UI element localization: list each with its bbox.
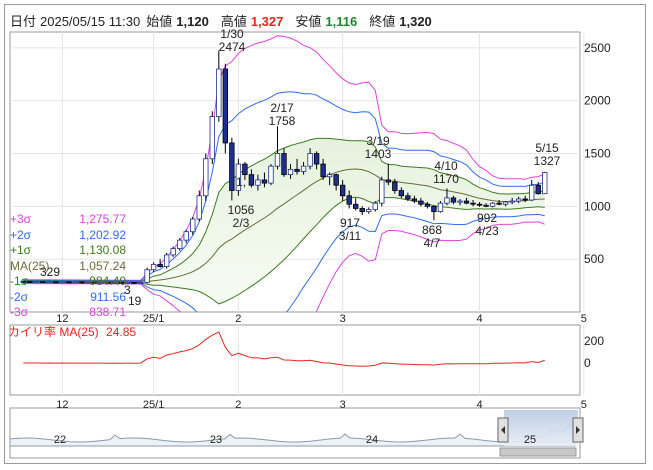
band-legend-row: +2σ 1,202.92 (10, 228, 126, 242)
band-legend-row: -1σ 984.40 (10, 274, 126, 288)
date-value: 2025/05/15 11:30 (40, 14, 141, 29)
band-legend-value: 1,130.08 (79, 243, 126, 257)
date-label: 日付 (10, 14, 37, 29)
close-value: 1,320 (399, 14, 432, 29)
band-legend-value: 1,275.77 (79, 212, 126, 226)
sub-panel-title: カイリ率 MA(25) 24.85 (8, 323, 136, 340)
high-value: 1,327 (250, 14, 284, 29)
band-legend-value: 838.71 (89, 305, 126, 319)
band-legend-label: -2σ (10, 289, 29, 304)
band-legend-value: 911.56 (90, 289, 126, 304)
low-label: 安値 (295, 14, 322, 29)
band-legend-label: +1σ (10, 243, 32, 257)
open-label: 始値 (146, 14, 173, 29)
sub-panel-label: カイリ率 MA(25) (8, 325, 99, 339)
band-legend-label: +3σ (10, 212, 32, 226)
ohlc-header: 日付 2025/05/15 11:30 始値 1,120 高値 1,327 安値 1,116 終… (10, 11, 444, 29)
band-legend-label: MA(25) (10, 258, 50, 273)
band-legend-value: 984.40 (89, 274, 126, 288)
close-label: 終値 (369, 14, 396, 29)
band-legend-row: MA(25) 1,057.24 (10, 259, 126, 273)
band-legend-row: -3σ 838.71 (10, 305, 126, 319)
high-label: 高値 (220, 14, 247, 29)
band-legend-row: +3σ 1,275.77 (10, 212, 126, 226)
band-legend-value: 1,057.24 (79, 258, 126, 273)
band-legend-label: -3σ (10, 305, 29, 319)
band-legend-row: +1σ 1,130.08 (10, 243, 126, 257)
low-value: 1,116 (325, 14, 358, 29)
band-legend-value: 1,202.92 (79, 227, 126, 242)
band-legend-row: -2σ 911.56 (10, 290, 126, 304)
sub-panel-value: 24.85 (106, 325, 137, 339)
open-value: 1,120 (176, 14, 209, 29)
band-legend-label: -1σ (10, 274, 29, 288)
band-legend-label: +2σ (10, 227, 32, 242)
